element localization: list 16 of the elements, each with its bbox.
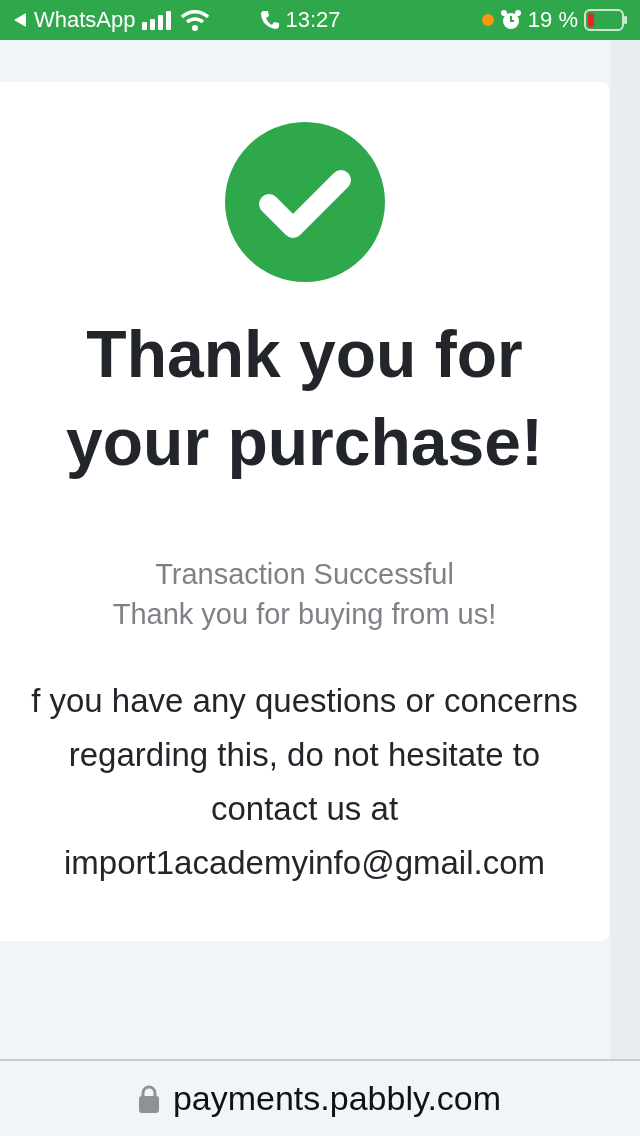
thank-you-heading: Thank you for your purchase! [65, 316, 544, 481]
transaction-status: Transaction Successful [155, 557, 454, 592]
checkmark-icon [224, 122, 385, 282]
battery-icon [584, 9, 628, 31]
privacy-dot-icon [481, 14, 494, 26]
signal-icon [141, 10, 174, 30]
alarm-icon [499, 9, 522, 31]
lock-icon [138, 1084, 159, 1113]
back-icon[interactable] [12, 12, 28, 28]
contact-message: f you have any questions or concerns regarding this, do not hesitate to contact us at import1academyinfo@gmail.com [30, 681, 579, 883]
wifi-icon [179, 9, 210, 31]
page-url: payments.pabbly.com [172, 1079, 502, 1118]
clock-time: 13:27 [285, 7, 341, 33]
battery-percent: 19 % [527, 7, 578, 33]
thank-you-subtitle: Thank you for buying from us! [112, 597, 497, 632]
phone-icon [259, 10, 280, 30]
